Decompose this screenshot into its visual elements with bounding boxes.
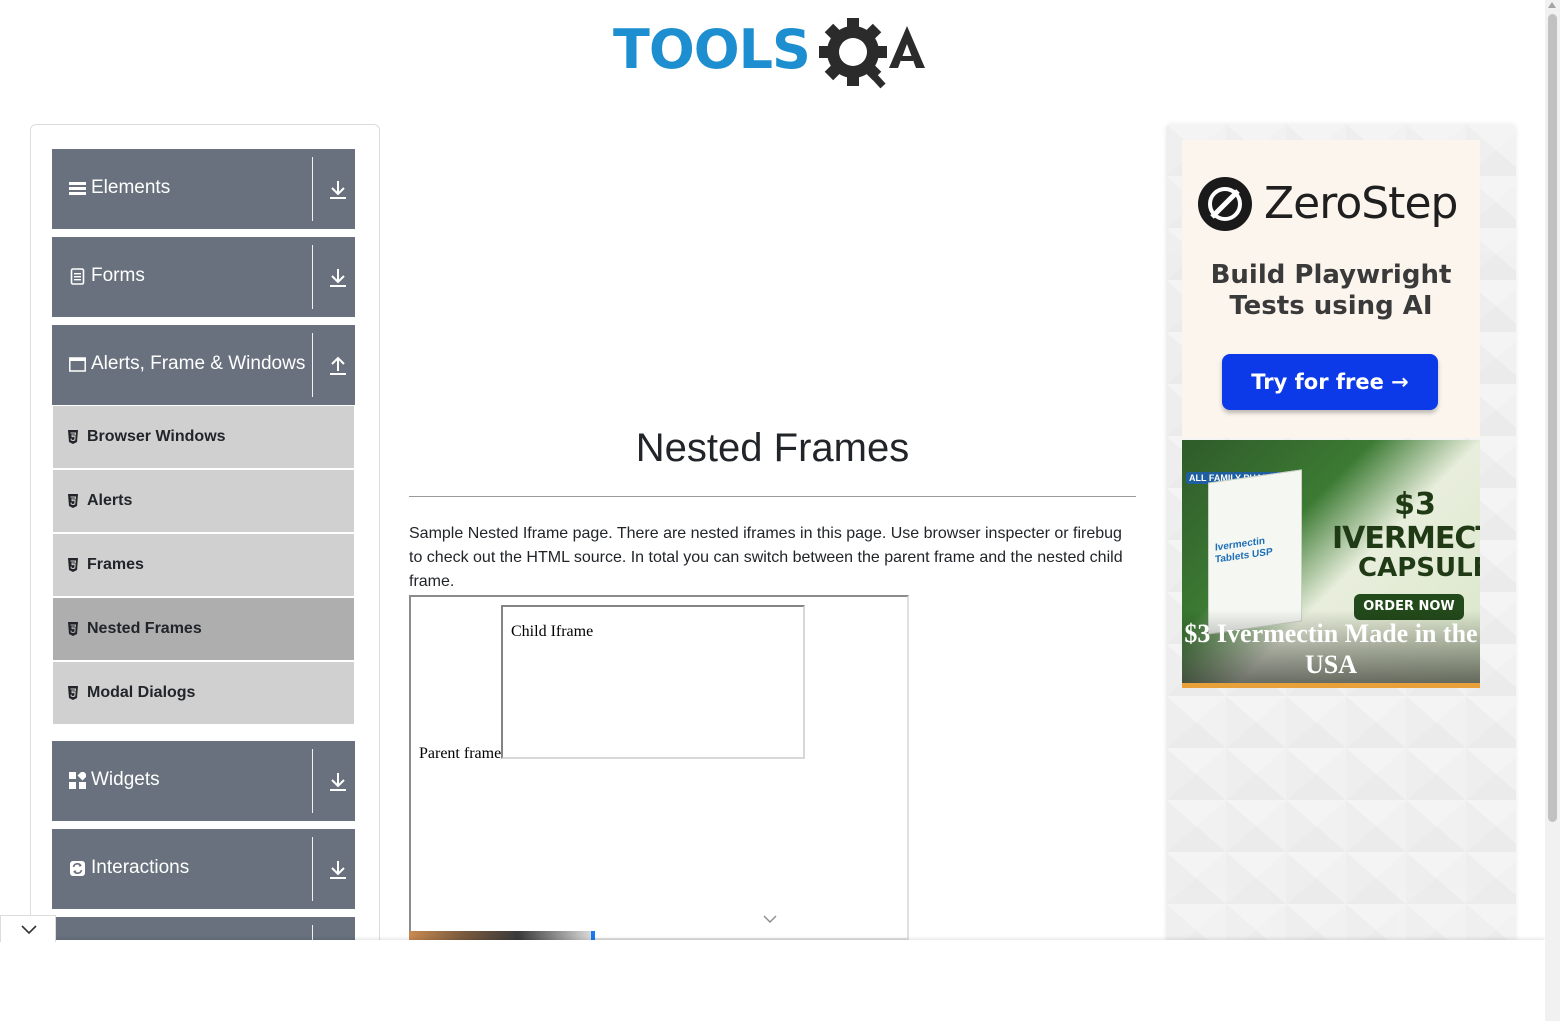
- bottom-ad-banner: [0, 940, 1545, 1021]
- zerostep-ad[interactable]: ZeroStep Build Playwright Tests using AI…: [1182, 140, 1480, 438]
- sidebar-item-alerts[interactable]: Alerts: [53, 470, 354, 534]
- list-icon: [69, 182, 86, 195]
- interactions-icon: [70, 861, 85, 876]
- sidebar-group-elements[interactable]: Elements: [52, 149, 355, 229]
- html5-icon: [68, 622, 78, 636]
- download-arrow-icon[interactable]: [328, 179, 348, 201]
- title-divider: [409, 496, 1136, 497]
- ad-accent-bar: [1182, 683, 1480, 688]
- ad-product-line2: CAPSULES: [1358, 553, 1480, 583]
- download-arrow-icon[interactable]: [328, 771, 348, 793]
- sidebar-item-modal-dialogs[interactable]: Modal Dialogs: [53, 662, 354, 726]
- divider: [312, 749, 313, 813]
- logo-qa-gear-icon: [819, 18, 925, 89]
- chevron-down-icon[interactable]: [763, 914, 777, 924]
- scrollbar-thumb[interactable]: [1548, 14, 1557, 822]
- sidebar-group-label: Widgets: [91, 769, 160, 790]
- parent-frame-text: Parent frame: [419, 745, 502, 762]
- sidebar-item-label: Nested Frames: [87, 620, 202, 637]
- ad-caption: $3 Ivermectin Made in the USA: [1182, 610, 1480, 684]
- sidebar-item-label: Alerts: [87, 492, 133, 509]
- ivermectin-ad[interactable]: ALL FAMILY PHARMA Ivermectin Tablets USP…: [1182, 440, 1480, 688]
- collapse-banner-tab[interactable]: [0, 915, 56, 942]
- vertical-scrollbar[interactable]: [1545, 0, 1560, 1021]
- ad-product-line1: IVERMECTIN: [1332, 521, 1480, 556]
- ad-price: $3: [1394, 487, 1436, 522]
- chevron-down-icon: [21, 925, 37, 935]
- sidebar-group-forms[interactable]: Forms: [52, 237, 355, 317]
- divider: [312, 333, 313, 397]
- zerostep-tagline: Build Playwright Tests using AI: [1210, 260, 1452, 321]
- logo-tools-text: TOOLS: [613, 18, 811, 81]
- sidebar-item-label: Frames: [87, 556, 144, 573]
- sidebar-item-label: Modal Dialogs: [87, 684, 196, 701]
- sidebar-group-label: Forms: [91, 265, 145, 286]
- divider: [312, 837, 313, 901]
- zerostep-logo-icon: [1198, 177, 1252, 231]
- upload-arrow-icon[interactable]: [328, 355, 348, 377]
- zerostep-brand: ZeroStep: [1264, 178, 1458, 229]
- divider: [312, 157, 313, 221]
- sidebar-group-label: Alerts, Frame & Windows: [91, 353, 306, 374]
- download-arrow-icon[interactable]: [328, 859, 348, 881]
- page-title: Nested Frames: [635, 426, 910, 470]
- sidebar-item-frames[interactable]: Frames: [53, 534, 354, 598]
- widgets-icon: [69, 772, 86, 789]
- html5-icon: [68, 430, 78, 444]
- page-description: Sample Nested Iframe page. There are nes…: [409, 525, 1123, 590]
- html5-icon: [68, 558, 78, 572]
- sidebar-group-label: Elements: [91, 177, 171, 198]
- sidebar: Elements Forms Alerts, Frame & Windows B…: [30, 124, 380, 986]
- sidebar-group-label: Interactions: [91, 857, 190, 878]
- sidebar-item-nested-frames[interactable]: Nested Frames: [53, 598, 354, 662]
- window-icon: [69, 357, 86, 372]
- sidebar-item-label: Browser Windows: [87, 428, 226, 445]
- sidebar-item-browser-windows[interactable]: Browser Windows: [53, 406, 354, 470]
- sidebar-group-widgets[interactable]: Widgets: [52, 741, 355, 821]
- try-for-free-button[interactable]: Try for free →: [1222, 354, 1438, 410]
- divider: [312, 245, 313, 309]
- child-frame-text: Child Iframe: [511, 623, 594, 640]
- sidebar-group-interactions[interactable]: Interactions: [52, 829, 355, 909]
- html5-icon: [68, 686, 78, 700]
- toolsqa-logo[interactable]: TOOLS: [613, 16, 937, 92]
- download-arrow-icon[interactable]: [328, 267, 348, 289]
- scroll-up-arrow-icon[interactable]: [1548, 2, 1556, 8]
- product-box-label: Ivermectin Tablets USP: [1215, 535, 1273, 566]
- html5-icon: [68, 494, 78, 508]
- sidebar-group-alerts-frame-windows[interactable]: Alerts, Frame & Windows: [52, 325, 355, 405]
- document-icon: [70, 268, 85, 285]
